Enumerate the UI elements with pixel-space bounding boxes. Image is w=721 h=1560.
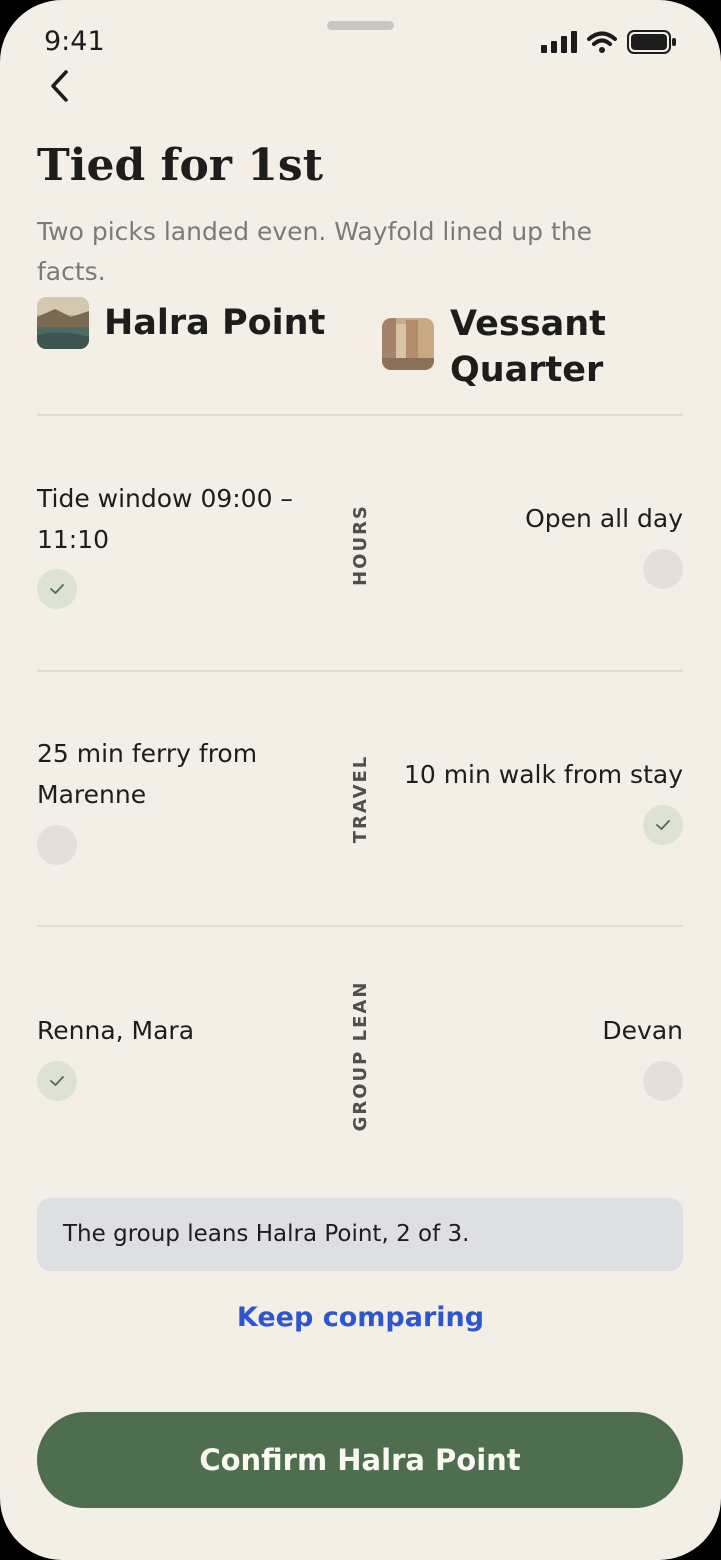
option-name: Vessant Quarter <box>450 304 606 390</box>
row-label-group-lean: GROUP LEAN <box>350 980 371 1132</box>
back-button[interactable] <box>40 66 80 106</box>
option-vessant-quarter: Vessant Quarter <box>382 301 682 393</box>
checkmark-icon <box>50 584 64 594</box>
battery-icon <box>627 30 676 54</box>
group-lean-left-check <box>37 1061 77 1101</box>
travel-left-empty-dot <box>37 825 77 865</box>
vessant-quarter-thumbnail <box>382 318 434 370</box>
app-screen: 9:41 Tied for 1st Two picks landed even.… <box>0 0 721 1560</box>
travel-right-check <box>643 805 683 845</box>
option-name: Halra Point <box>104 303 326 343</box>
group-lean-right-value: Devan <box>602 1016 683 1045</box>
checkmark-icon <box>656 820 670 830</box>
row-label-travel: TRAVEL <box>350 754 371 844</box>
halra-point-thumbnail <box>37 297 89 349</box>
travel-right-value: 10 min walk from stay <box>403 760 683 789</box>
status-icons <box>541 30 677 54</box>
wifi-icon <box>587 31 617 53</box>
keep-comparing-link[interactable]: Keep comparing <box>0 1302 721 1333</box>
group-lean-right-empty-dot <box>643 1061 683 1101</box>
travel-left-value: 25 min ferry from Marenne <box>37 739 258 809</box>
sheet-grabber[interactable] <box>327 21 394 30</box>
hours-right-empty-dot <box>643 549 683 589</box>
hours-left-value: Tide window 09:00 – 11:10 <box>37 484 293 554</box>
hours-right-value: Open all day <box>525 504 683 533</box>
confirm-button[interactable]: Confirm Halra Point <box>37 1412 683 1508</box>
page-subtitle: Two picks landed even. Wayfold lined up … <box>37 217 593 286</box>
group-lean-left-value: Renna, Mara <box>37 1016 195 1045</box>
group-summary-banner: The group leans Halra Point, 2 of 3. <box>37 1198 683 1271</box>
cellular-signal-icon <box>541 31 577 53</box>
option-halra-point: Halra Point <box>37 297 337 349</box>
checkmark-icon <box>50 1076 64 1086</box>
back-chevron-icon <box>51 70 68 102</box>
hours-left-check <box>37 569 77 609</box>
status-time: 9:41 <box>44 26 105 57</box>
page-title: Tied for 1st <box>37 140 324 191</box>
